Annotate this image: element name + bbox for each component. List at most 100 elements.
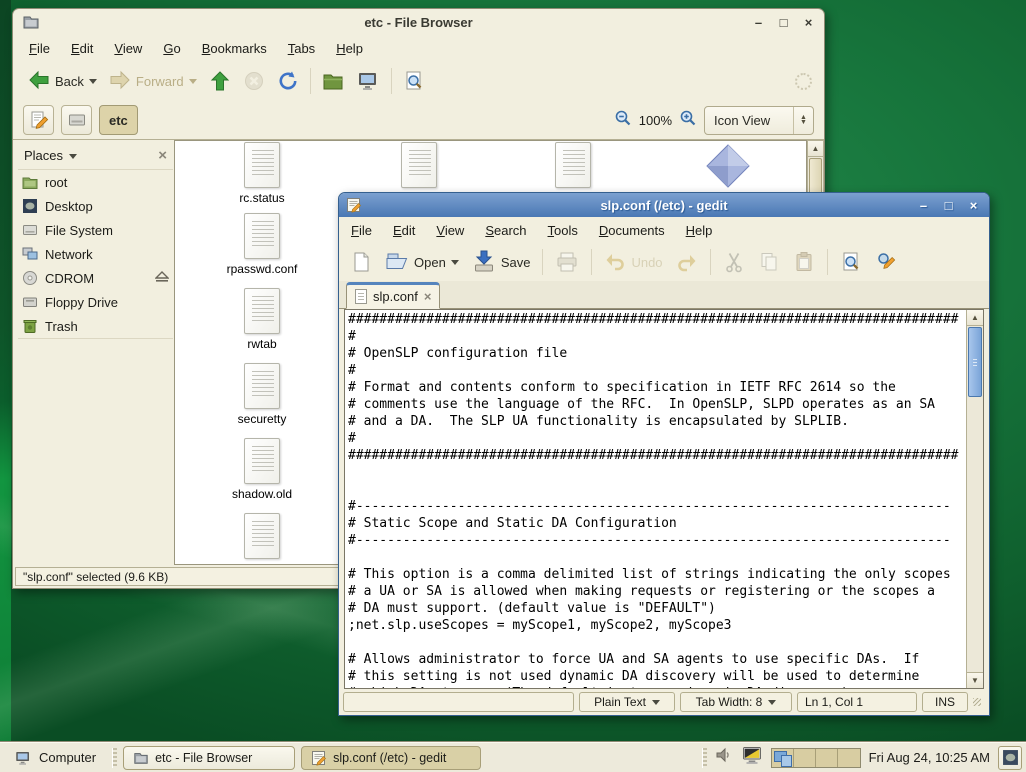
home-button[interactable] — [317, 67, 349, 95]
computer-button[interactable] — [351, 66, 385, 96]
path-segment-etc-button[interactable]: etc — [99, 105, 138, 135]
redo-button[interactable] — [671, 248, 703, 276]
menu-documents[interactable]: Documents — [599, 223, 665, 238]
file-browser-titlebar[interactable]: etc - File Browser – □ × — [13, 9, 824, 35]
workspace-switcher[interactable] — [771, 748, 861, 768]
panel-grip[interactable] — [702, 748, 707, 768]
computer-menu-button[interactable]: Computer — [4, 745, 106, 771]
zoom-in-icon[interactable] — [679, 109, 697, 132]
menu-help[interactable]: Help — [336, 41, 363, 56]
menu-view[interactable]: View — [114, 41, 142, 56]
resize-grip[interactable] — [973, 698, 981, 706]
menu-tabs[interactable]: Tabs — [288, 41, 315, 56]
sidebar-item-floppy[interactable]: Floppy Drive — [18, 290, 173, 314]
menu-go[interactable]: Go — [163, 41, 180, 56]
minimize-icon[interactable]: – — [916, 198, 931, 213]
places-header[interactable]: Places — [24, 148, 63, 163]
task-gedit[interactable]: slp.conf (/etc) - gedit — [301, 746, 481, 770]
editor-text[interactable]: ########################################… — [345, 310, 966, 688]
menu-file[interactable]: File — [351, 223, 372, 238]
open-button[interactable]: Open — [380, 247, 464, 278]
file-rwtab[interactable]: rwtab — [197, 288, 327, 351]
scrollbar-thumb[interactable] — [968, 327, 982, 397]
gedit-titlebar[interactable]: slp.conf (/etc) - gedit – □ × — [339, 193, 989, 217]
eject-icon[interactable] — [155, 271, 169, 286]
view-mode-select[interactable]: Icon View ▲▼ — [704, 106, 814, 135]
menu-view[interactable]: View — [436, 223, 464, 238]
places-dropdown-icon[interactable] — [69, 154, 77, 163]
panel-grip[interactable] — [112, 748, 117, 768]
menu-file[interactable]: File — [29, 41, 50, 56]
editor-scrollbar[interactable]: ▲ ▼ — [966, 310, 983, 688]
undo-button[interactable]: Undo — [599, 247, 667, 278]
reload-button[interactable] — [272, 67, 304, 95]
new-document-button[interactable] — [345, 248, 377, 276]
sidebar-item-root[interactable]: root — [18, 170, 173, 194]
file-shadow-old[interactable]: shadow.old — [197, 438, 327, 501]
scroll-up-icon[interactable]: ▲ — [808, 141, 823, 157]
copy-button[interactable] — [753, 248, 785, 276]
save-button[interactable]: Save — [467, 246, 536, 278]
menu-help[interactable]: Help — [686, 223, 713, 238]
menu-edit[interactable]: Edit — [71, 41, 93, 56]
places-sidebar: Places × root Desktop — [18, 142, 173, 565]
file-slp-spi[interactable]: slp.spi — [197, 513, 327, 565]
tab-width-select[interactable]: Tab Width: 8 — [680, 692, 792, 712]
volume-icon[interactable] — [715, 746, 733, 769]
sidebar-item-filesystem[interactable]: File System — [18, 218, 173, 242]
view-mode-stepper-icon[interactable]: ▲▼ — [793, 107, 813, 134]
home-folder-icon — [22, 174, 38, 190]
tab-slp-conf[interactable]: slp.conf × — [346, 282, 440, 309]
file-rpasswd-conf[interactable]: rpasswd.conf — [197, 213, 327, 276]
root-path-button[interactable] — [61, 105, 92, 135]
gedit-app-icon — [311, 750, 327, 766]
workspace-4[interactable] — [838, 749, 860, 767]
stop-button[interactable] — [238, 67, 270, 95]
show-desktop-button[interactable] — [998, 746, 1022, 770]
maximize-icon[interactable]: □ — [776, 15, 791, 30]
cut-button[interactable] — [718, 248, 750, 276]
workspace-2[interactable] — [794, 749, 816, 767]
print-button[interactable] — [550, 248, 584, 276]
minimize-icon[interactable]: – — [751, 15, 766, 30]
gedit-text-area[interactable]: ########################################… — [344, 309, 984, 689]
window-title: etc - File Browser — [13, 15, 824, 30]
paste-button[interactable] — [788, 248, 820, 276]
menu-edit[interactable]: Edit — [393, 223, 415, 238]
display-settings-icon[interactable] — [741, 745, 763, 770]
up-button[interactable] — [204, 67, 236, 95]
sidebar-item-desktop[interactable]: Desktop — [18, 194, 173, 218]
workspace-3[interactable] — [816, 749, 838, 767]
sidebar-close-icon[interactable]: × — [158, 147, 167, 164]
workspace-1[interactable] — [772, 749, 794, 767]
file-rc-status[interactable]: rc.status — [197, 142, 327, 205]
open-dropdown-icon[interactable] — [451, 260, 459, 269]
task-file-browser[interactable]: etc - File Browser — [123, 746, 295, 770]
back-button[interactable]: Back — [23, 66, 102, 97]
forward-button[interactable]: Forward — [104, 66, 202, 97]
back-dropdown-icon[interactable] — [89, 79, 97, 88]
scroll-down-icon[interactable]: ▼ — [967, 672, 983, 688]
reload-icon — [277, 70, 299, 92]
file-browser-toolbar: Back Forward — [13, 61, 824, 101]
tab-close-icon[interactable]: × — [424, 289, 432, 304]
scroll-up-icon[interactable]: ▲ — [967, 310, 983, 326]
sidebar-item-trash[interactable]: Trash — [18, 314, 173, 338]
close-icon[interactable]: × — [801, 15, 816, 30]
maximize-icon[interactable]: □ — [941, 198, 956, 213]
file-securetty[interactable]: securetty — [197, 363, 327, 426]
zoom-out-icon[interactable] — [614, 109, 632, 132]
menu-tools[interactable]: Tools — [548, 223, 578, 238]
edit-location-button[interactable] — [23, 105, 54, 135]
clock[interactable]: Fri Aug 24, 10:25 AM — [869, 750, 990, 765]
search-button[interactable] — [398, 67, 430, 95]
menu-bookmarks[interactable]: Bookmarks — [202, 41, 267, 56]
sidebar-item-network[interactable]: Network — [18, 242, 173, 266]
close-icon[interactable]: × — [966, 198, 981, 213]
forward-dropdown-icon[interactable] — [189, 79, 197, 88]
menu-search[interactable]: Search — [485, 223, 526, 238]
language-select[interactable]: Plain Text — [579, 692, 675, 712]
find-button[interactable] — [835, 248, 867, 276]
replace-button[interactable] — [870, 248, 904, 276]
sidebar-item-cdrom[interactable]: CDROM — [18, 266, 173, 290]
